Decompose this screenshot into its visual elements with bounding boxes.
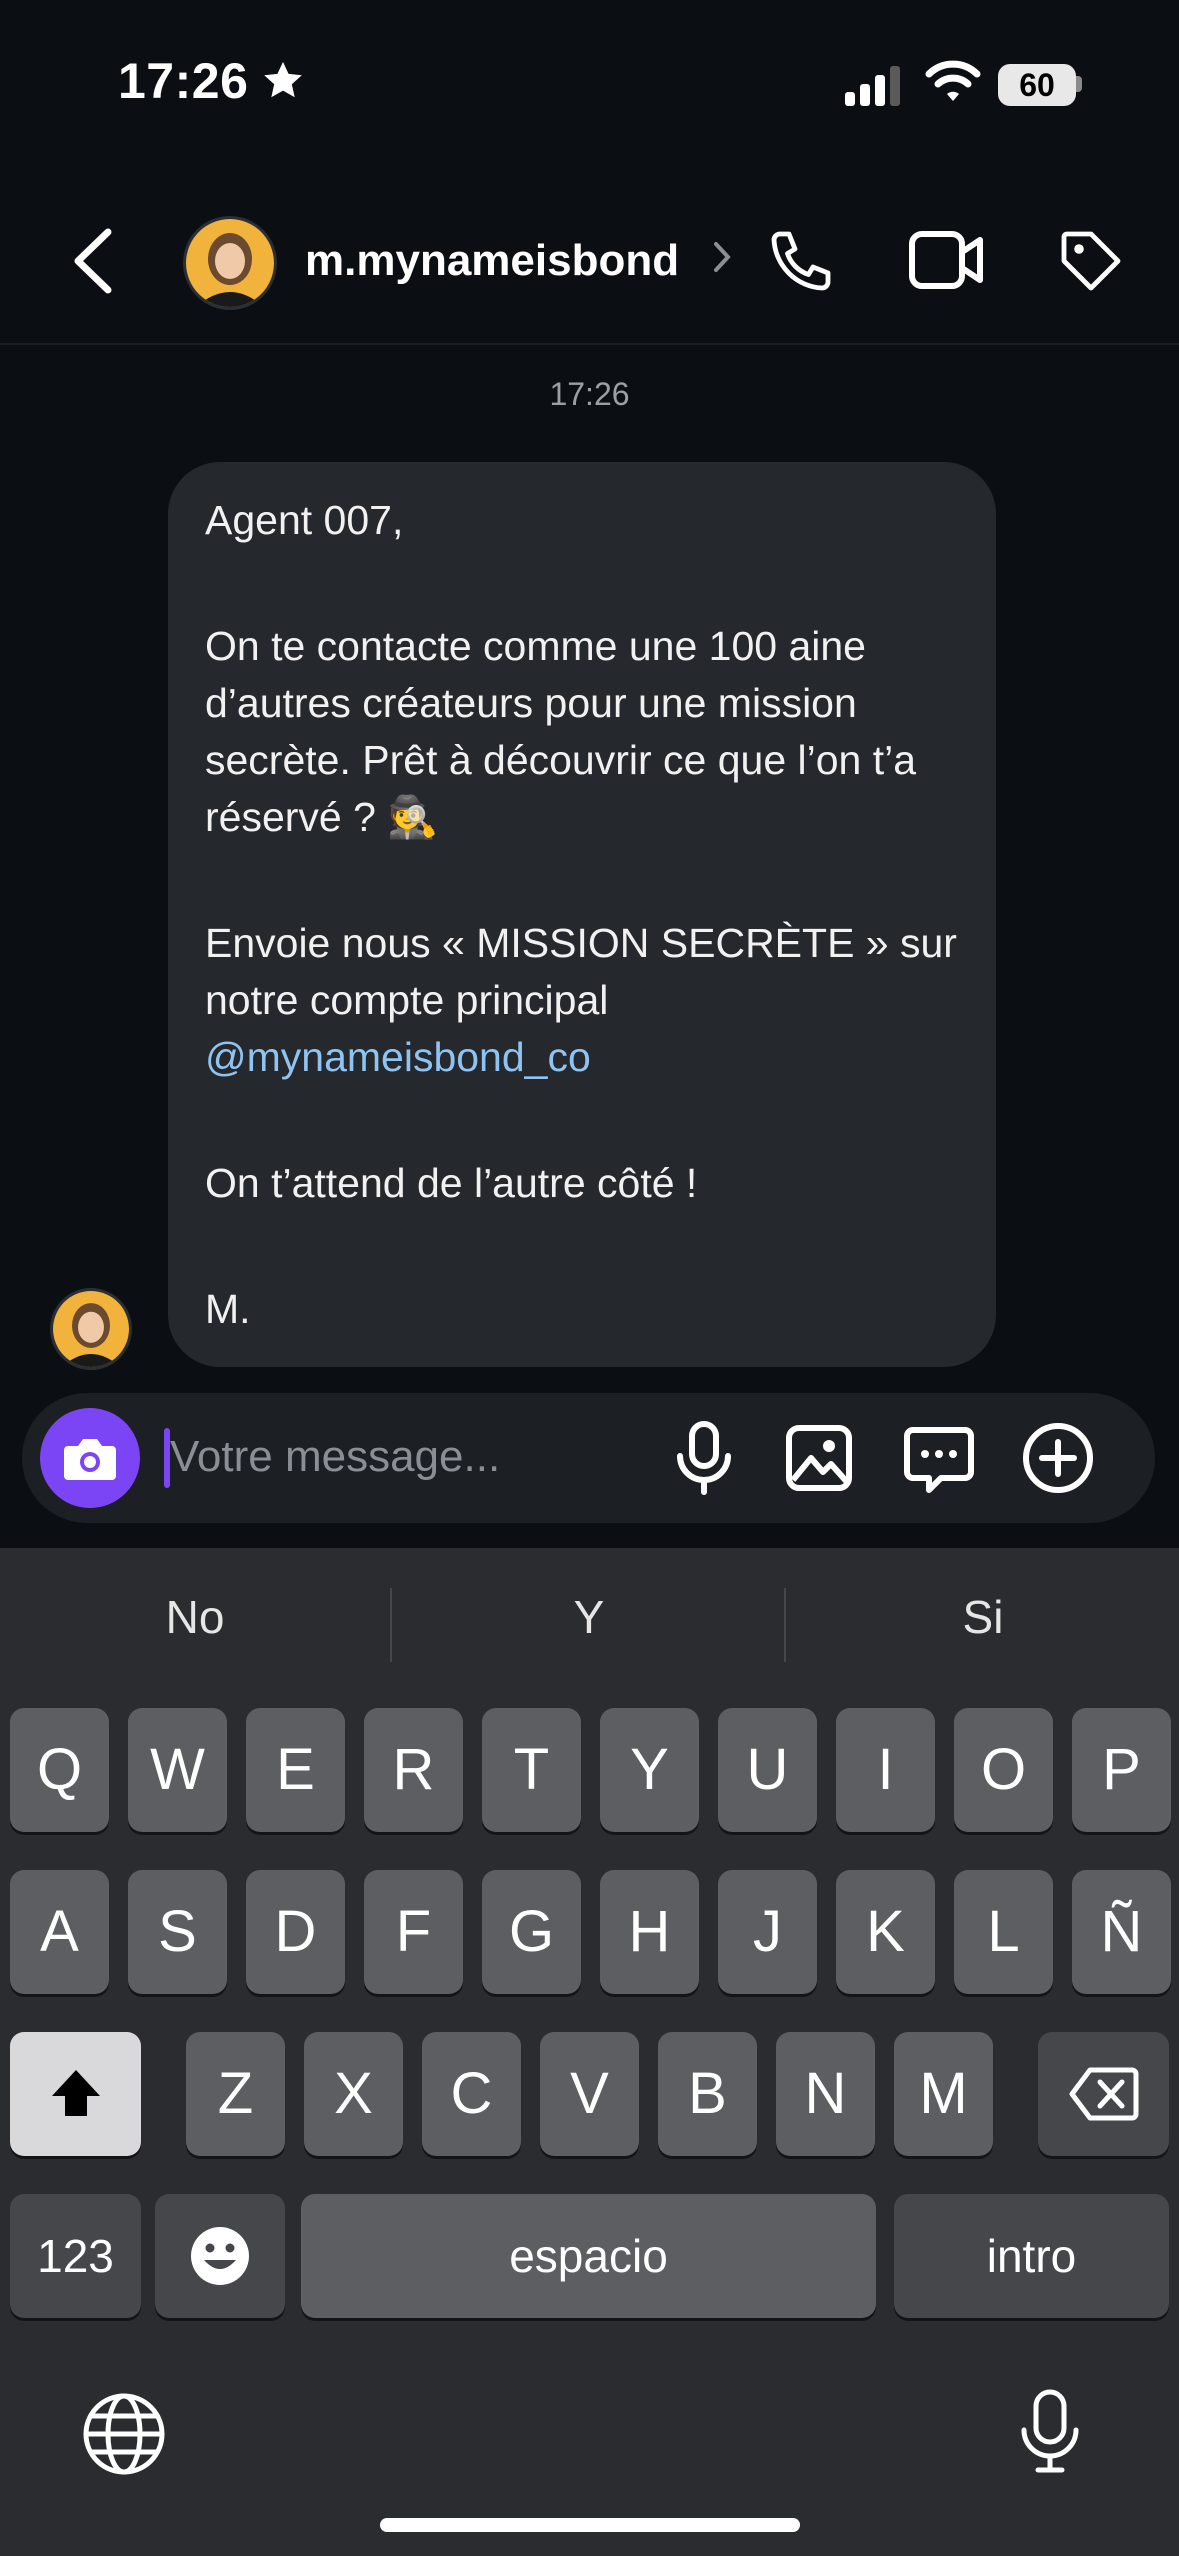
suggestion-divider bbox=[784, 1588, 786, 1662]
key[interactable]: P bbox=[1072, 1708, 1171, 1832]
key[interactable]: Ñ bbox=[1072, 1870, 1171, 1994]
globe-icon[interactable] bbox=[82, 2392, 166, 2481]
numbers-key[interactable]: 123 bbox=[10, 2194, 141, 2318]
message-greeting: Agent 007, bbox=[205, 497, 404, 543]
key[interactable]: L bbox=[954, 1870, 1053, 1994]
delete-key[interactable] bbox=[1038, 2032, 1169, 2156]
key[interactable]: T bbox=[482, 1708, 581, 1832]
key[interactable]: V bbox=[540, 2032, 639, 2156]
microphone-icon[interactable] bbox=[672, 1420, 736, 1501]
emoji-icon bbox=[191, 2227, 249, 2285]
emoji-key[interactable] bbox=[155, 2194, 285, 2318]
backspace-icon bbox=[1069, 2067, 1138, 2121]
tag-icon[interactable] bbox=[1055, 225, 1127, 302]
message-paragraph: On t’attend de l’autre côté ! bbox=[205, 1160, 698, 1206]
key[interactable]: N bbox=[776, 2032, 875, 2156]
plus-circle-icon[interactable] bbox=[1022, 1422, 1094, 1499]
key[interactable]: H bbox=[600, 1870, 699, 1994]
chevron-right-icon[interactable] bbox=[712, 240, 732, 279]
key[interactable]: W bbox=[128, 1708, 227, 1832]
key[interactable]: F bbox=[364, 1870, 463, 1994]
key[interactable]: O bbox=[954, 1708, 1053, 1832]
message-paragraph: Envoie nous « MISSION SECRÈTE » sur notr… bbox=[205, 920, 957, 1023]
key[interactable]: D bbox=[246, 1870, 345, 1994]
cellular-signal-icon bbox=[845, 64, 903, 111]
back-arrow-icon[interactable] bbox=[70, 226, 116, 301]
camera-button[interactable] bbox=[40, 1408, 140, 1508]
suggestion-item[interactable]: Si bbox=[788, 1590, 1178, 1644]
sender-avatar[interactable] bbox=[50, 1288, 132, 1370]
return-key[interactable]: intro bbox=[894, 2194, 1169, 2318]
key[interactable]: X bbox=[304, 2032, 403, 2156]
shift-arrow-icon bbox=[51, 2070, 100, 2116]
sticker-icon[interactable] bbox=[903, 1424, 975, 1501]
phone-call-icon[interactable] bbox=[765, 225, 837, 302]
battery-tip bbox=[1076, 76, 1082, 92]
message-signature: M. bbox=[205, 1286, 251, 1332]
space-key[interactable]: espacio bbox=[301, 2194, 876, 2318]
key[interactable]: I bbox=[836, 1708, 935, 1832]
key[interactable]: A bbox=[10, 1870, 109, 1994]
suggestion-item[interactable]: No bbox=[0, 1590, 390, 1644]
key[interactable]: E bbox=[246, 1708, 345, 1832]
gallery-icon[interactable] bbox=[785, 1424, 853, 1497]
suggestion-item[interactable]: Y bbox=[394, 1590, 784, 1644]
message-input[interactable]: Votre message... bbox=[170, 1432, 500, 1482]
key[interactable]: C bbox=[422, 2032, 521, 2156]
key[interactable]: K bbox=[836, 1870, 935, 1994]
key[interactable]: Q bbox=[10, 1708, 109, 1832]
key[interactable]: Z bbox=[186, 2032, 285, 2156]
contact-username[interactable]: m.mynameisbond bbox=[305, 236, 679, 286]
key[interactable]: R bbox=[364, 1708, 463, 1832]
star-icon bbox=[260, 58, 306, 109]
contact-avatar[interactable] bbox=[183, 216, 277, 310]
shift-key[interactable] bbox=[10, 2032, 141, 2156]
key[interactable]: B bbox=[658, 2032, 757, 2156]
video-call-icon[interactable] bbox=[908, 228, 984, 297]
key[interactable]: J bbox=[718, 1870, 817, 1994]
dictation-mic-icon[interactable] bbox=[1018, 2388, 1082, 2481]
key[interactable]: G bbox=[482, 1870, 581, 1994]
key[interactable]: S bbox=[128, 1870, 227, 1994]
key[interactable]: Y bbox=[600, 1708, 699, 1832]
battery-indicator: 60 bbox=[998, 64, 1076, 106]
suggestion-divider bbox=[390, 1588, 392, 1662]
header-divider bbox=[0, 343, 1179, 345]
key[interactable]: M bbox=[894, 2032, 993, 2156]
key[interactable]: U bbox=[718, 1708, 817, 1832]
message-timestamp: 17:26 bbox=[549, 376, 630, 412]
home-indicator[interactable] bbox=[380, 2518, 800, 2532]
message-paragraph: On te contacte comme une 100 aine d’autr… bbox=[205, 623, 917, 840]
wifi-icon bbox=[925, 58, 981, 109]
mention-link[interactable]: @mynameisbond_co bbox=[205, 1034, 591, 1080]
status-time: 17:26 bbox=[118, 53, 249, 109]
message-text: Agent 007, On te contacte comme une 100 … bbox=[205, 492, 965, 1338]
